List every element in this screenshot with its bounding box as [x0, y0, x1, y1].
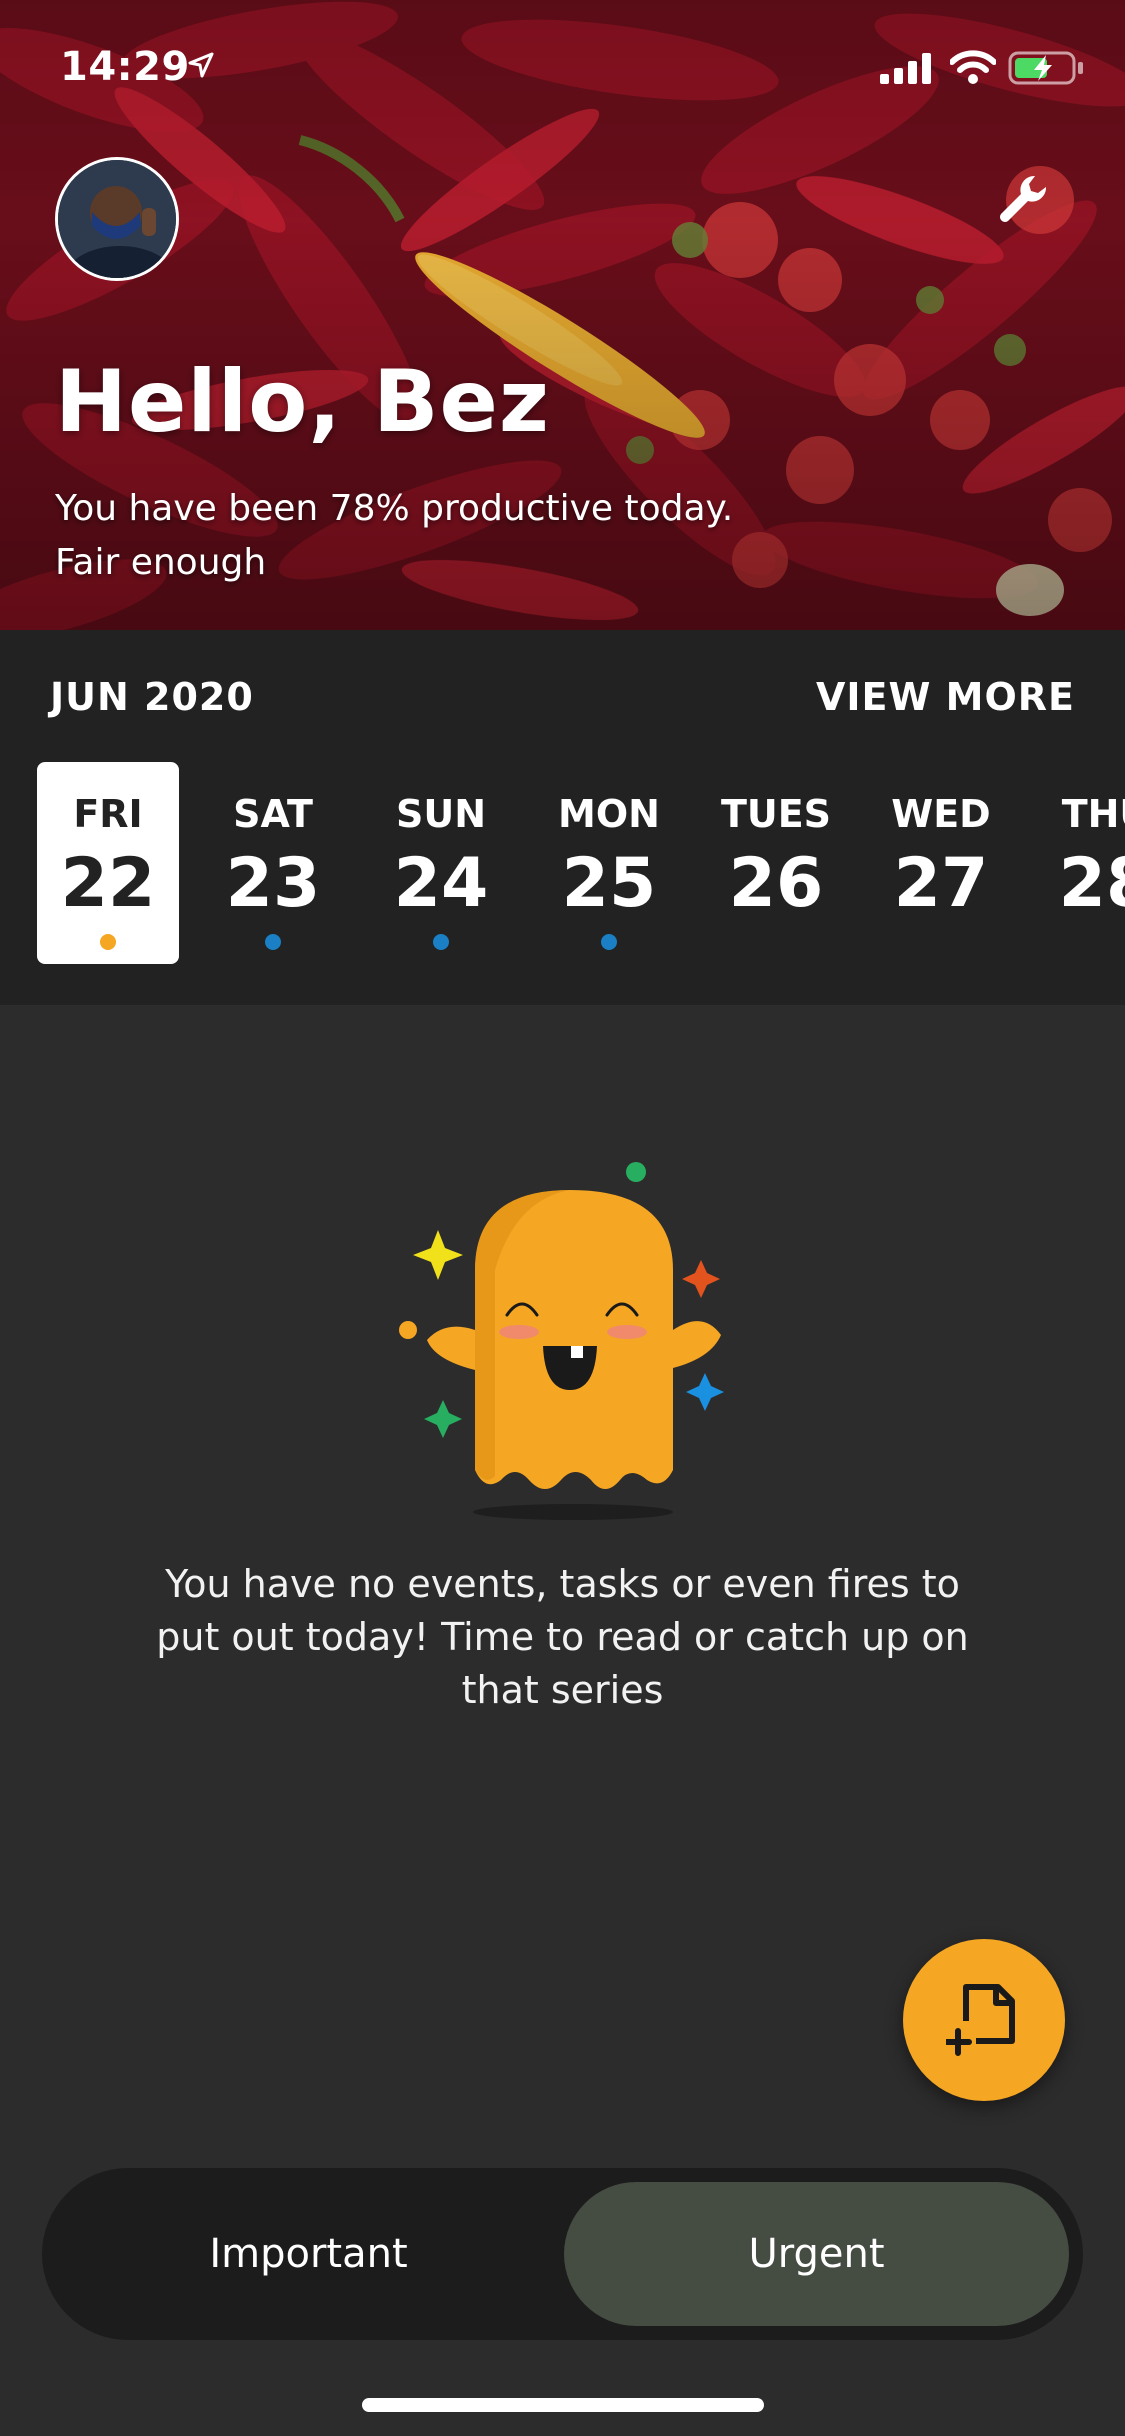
day-name: WED [891, 792, 991, 836]
productivity-text: You have been 78% productive today. [55, 488, 734, 529]
day-name: MON [558, 792, 660, 836]
app-screen: 14:29 Hello, Bez You have been 78% produ… [0, 0, 1125, 2436]
day-number: 28 [1058, 844, 1125, 923]
battery-charging-icon [1008, 51, 1083, 85]
urgent-tab[interactable]: Urgent [564, 2182, 1069, 2326]
avatar[interactable] [55, 157, 179, 281]
day-number: 25 [561, 844, 657, 923]
event-dot [100, 934, 116, 950]
event-dot [601, 934, 617, 950]
status-time: 14:29 [60, 44, 190, 90]
happy-ghost-mascot [399, 1162, 724, 1520]
status-bar: 14:29 [0, 0, 1125, 140]
day-fri-22[interactable]: FRI 22 [37, 762, 179, 964]
day-tues-26[interactable]: TUES 26 [705, 762, 847, 964]
new-note-button[interactable] [903, 1939, 1065, 2101]
view-more-button[interactable]: VIEW MORE [816, 675, 1075, 719]
day-sun-24[interactable]: SUN 24 [370, 762, 512, 964]
location-arrow-icon [188, 52, 214, 78]
wifi-icon [950, 50, 996, 84]
productivity-subtitle: You have been 78% productive today. Fair… [55, 482, 955, 590]
empty-state-message: You have no events, tasks or even fires … [156, 1562, 969, 1712]
day-name: SUN [395, 792, 487, 836]
header-hero: 14:29 Hello, Bez You have been 78% produ… [0, 0, 1125, 630]
day-name: FRI [73, 792, 143, 836]
day-mon-25[interactable]: MON 25 [538, 762, 680, 964]
day-number: 27 [893, 844, 989, 923]
day-name: SAT [233, 792, 313, 836]
day-sat-23[interactable]: SAT 23 [202, 762, 344, 964]
day-thu-28[interactable]: THU 28 [1035, 762, 1125, 964]
day-name: THU [1061, 792, 1125, 836]
wrench-icon[interactable] [995, 170, 1055, 230]
greeting-title: Hello, Bez [55, 352, 550, 452]
important-tab[interactable]: Important [56, 2182, 561, 2326]
calendar-month: JUN 2020 [50, 675, 254, 719]
new-note-icon [946, 1984, 1015, 2056]
event-dot [265, 934, 281, 950]
day-number: 26 [728, 844, 824, 923]
day-name: TUES [720, 792, 832, 836]
day-number: 24 [393, 844, 489, 923]
day-number: 22 [60, 844, 156, 923]
event-dot [433, 934, 449, 950]
home-indicator [362, 2398, 764, 2412]
productivity-comment: Fair enough [55, 542, 267, 583]
day-wed-27[interactable]: WED 27 [870, 762, 1012, 964]
cellular-signal-icon [880, 53, 931, 84]
priority-segmented-control: Important Urgent [42, 2168, 1083, 2340]
calendar-strip: JUN 2020 VIEW MORE FRI 22 SAT 23 SUN 24 … [0, 630, 1125, 1005]
day-number: 23 [225, 844, 321, 923]
